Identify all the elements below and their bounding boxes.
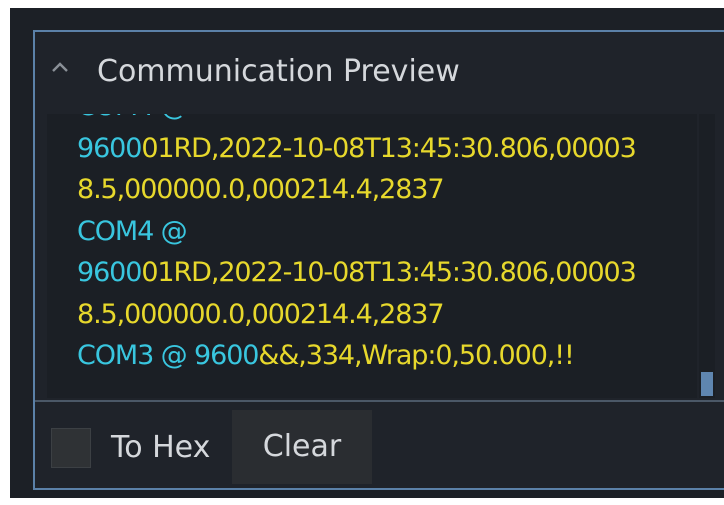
to-hex-checkbox[interactable] (51, 428, 91, 468)
clear-button[interactable]: Clear (232, 410, 372, 484)
footer-divider (35, 400, 724, 402)
log-line: 960001RD,2022-10-08T13:45:30.806,00003 (47, 128, 697, 170)
log-port-text: COM3 @ 9600 (77, 340, 259, 371)
log-line: 8.5,000000.0,000214.4,2837 (47, 169, 697, 211)
communication-preview-panel: Communication Preview COM4 @960001RD,202… (33, 30, 724, 490)
log-port-text: 9600 (77, 257, 142, 288)
log-data-text: 8.5,000000.0,000214.4,2837 (77, 174, 445, 205)
log-line: 8.5,000000.0,000214.4,2837 (47, 294, 697, 336)
log-line: COM3 @ 9600&&,334,Wrap:0,50.000,!! (47, 335, 697, 377)
log-data-text: 01RD,2022-10-08T13:45:30.806,00003 (141, 132, 636, 164)
log-port-text: 9600 (77, 132, 142, 164)
log-data-text: &&,334,Wrap:0,50.000,!! (258, 340, 574, 371)
log-port-text: COM4 @ (77, 215, 188, 247)
communication-log[interactable]: COM4 @960001RD,2022-10-08T13:45:30.806,0… (47, 114, 697, 398)
log-content: COM4 @960001RD,2022-10-08T13:45:30.806,0… (47, 114, 697, 377)
log-line: COM4 @ (47, 211, 697, 253)
log-line: 960001RD,2022-10-08T13:45:30.806,00003 (47, 252, 697, 294)
log-data-text: 8.5,000000.0,000214.4,2837 (77, 298, 445, 330)
log-line: COM4 @ (47, 114, 697, 128)
log-port-text: COM4 @ (77, 114, 188, 122)
panel-header[interactable]: Communication Preview (35, 32, 724, 112)
to-hex-label: To Hex (111, 430, 211, 465)
panel-title: Communication Preview (97, 54, 460, 89)
log-scrollbar[interactable] (699, 114, 715, 398)
panel-footer: To Hex Clear (35, 404, 724, 488)
scrollbar-thumb[interactable] (701, 372, 713, 396)
log-data-text: 01RD,2022-10-08T13:45:30.806,00003 (141, 257, 636, 288)
chevron-up-icon[interactable] (49, 56, 71, 78)
